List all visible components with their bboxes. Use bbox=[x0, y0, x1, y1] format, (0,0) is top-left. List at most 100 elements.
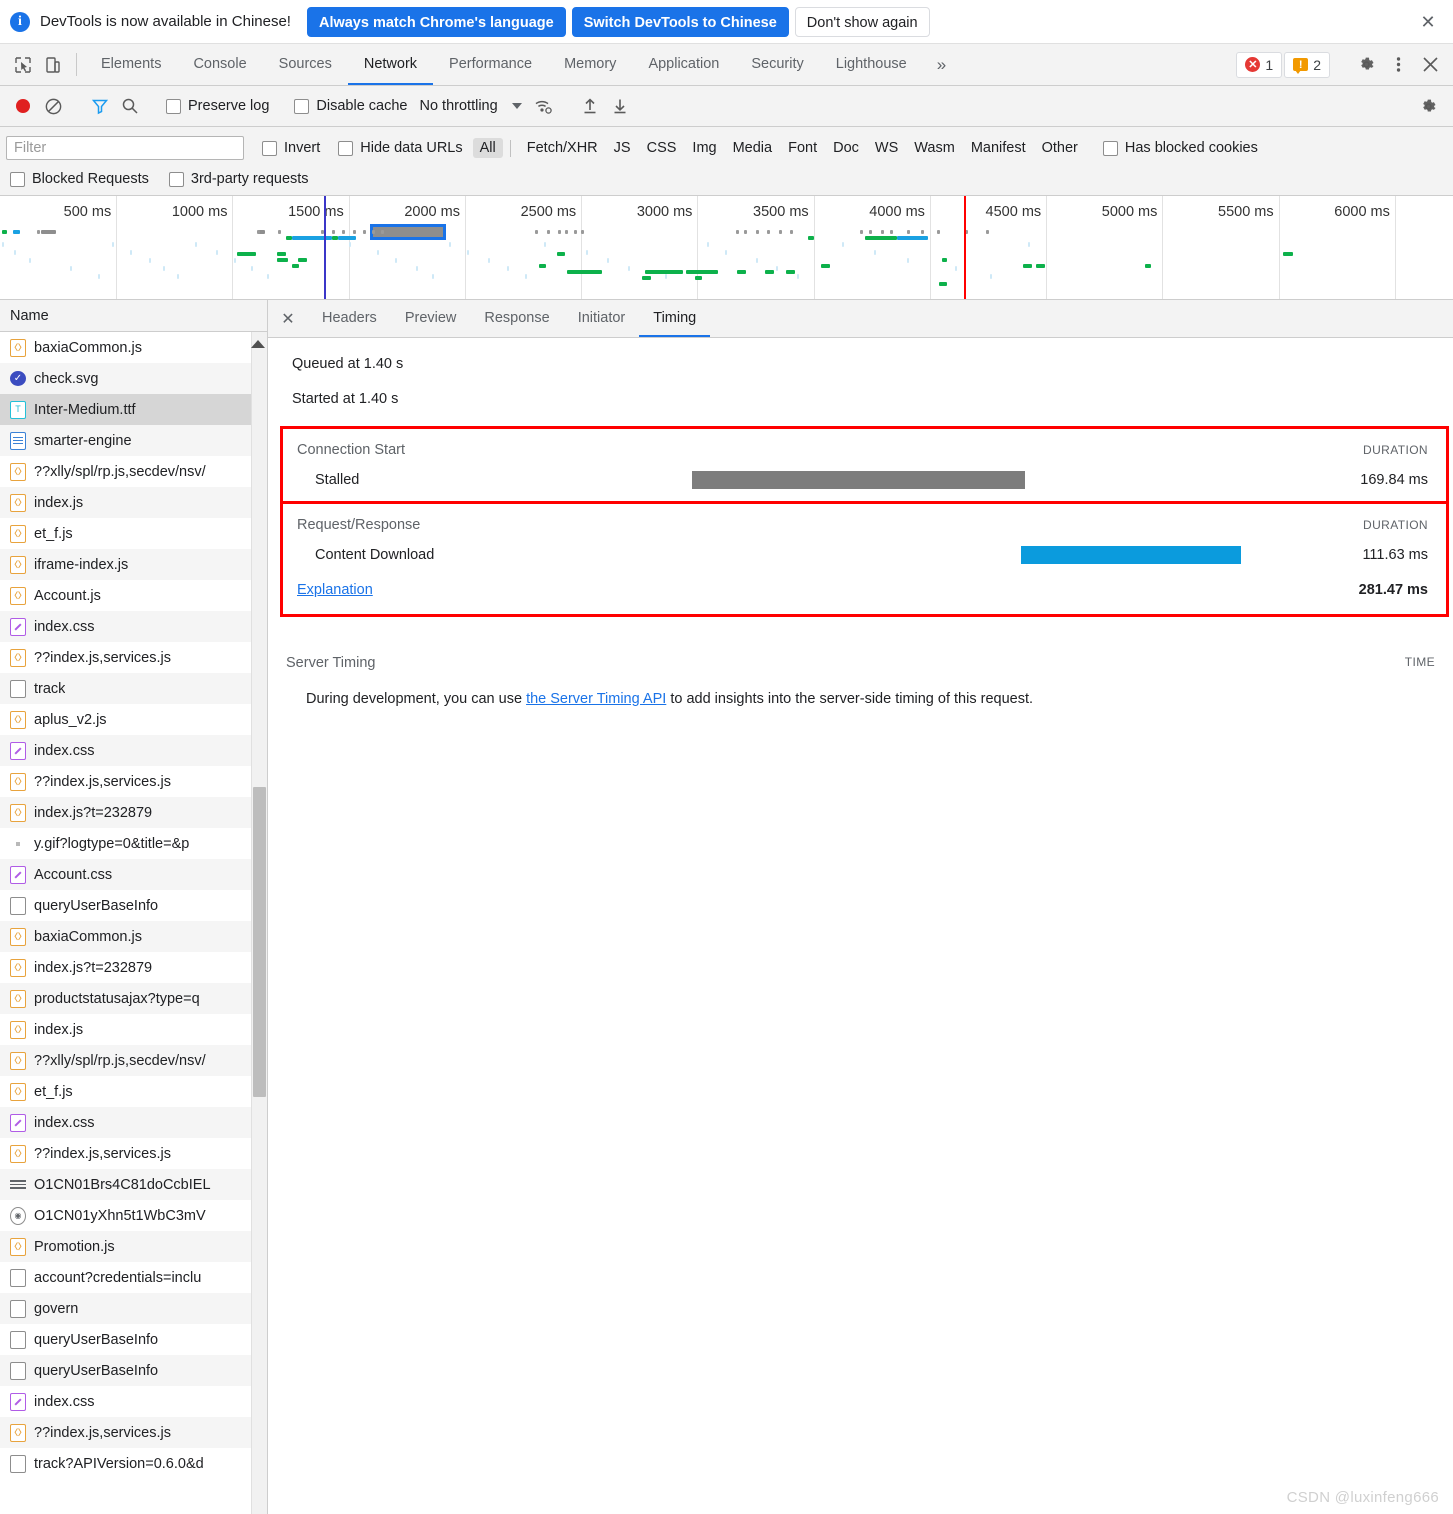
request-row[interactable]: index.css bbox=[0, 1386, 267, 1417]
search-icon[interactable] bbox=[115, 97, 145, 115]
request-row[interactable]: index.css bbox=[0, 735, 267, 766]
request-row[interactable]: 〈〉 ??index.js,services.js bbox=[0, 766, 267, 797]
tab-timing[interactable]: Timing bbox=[639, 300, 711, 337]
tab-sources[interactable]: Sources bbox=[263, 44, 348, 85]
request-row[interactable]: 〈〉 ??index.js,services.js bbox=[0, 642, 267, 673]
request-list-scrollbar[interactable] bbox=[251, 332, 267, 1514]
invert-checkbox[interactable]: Invert bbox=[262, 140, 320, 156]
request-row[interactable]: queryUserBaseInfo bbox=[0, 1324, 267, 1355]
explanation-link[interactable]: Explanation bbox=[297, 582, 373, 598]
filter-type-media[interactable]: Media bbox=[726, 138, 780, 158]
filter-type-all[interactable]: All bbox=[472, 138, 503, 158]
network-settings-gear-icon[interactable] bbox=[1413, 97, 1443, 116]
request-row[interactable]: 〈〉 ??xlly/spl/rp.js,secdev/nsv/ bbox=[0, 1045, 267, 1076]
request-row[interactable]: smarter-engine bbox=[0, 425, 267, 456]
request-row[interactable]: track?APIVersion=0.6.0&d bbox=[0, 1448, 267, 1479]
has-blocked-cookies-checkbox[interactable]: Has blocked cookies bbox=[1102, 140, 1258, 156]
throttling-select[interactable]: No throttling bbox=[419, 98, 522, 114]
request-row[interactable]: 〈〉 index.js bbox=[0, 487, 267, 518]
clear-button[interactable] bbox=[38, 97, 68, 116]
request-row[interactable]: ✓ check.svg bbox=[0, 363, 267, 394]
scroll-up-arrow-icon[interactable] bbox=[251, 340, 265, 348]
close-detail-icon[interactable]: ✕ bbox=[268, 300, 308, 337]
filter-type-fetch-xhr[interactable]: Fetch/XHR bbox=[520, 138, 605, 158]
request-row[interactable]: queryUserBaseInfo bbox=[0, 1355, 267, 1386]
filter-type-css[interactable]: CSS bbox=[640, 138, 684, 158]
tab-elements[interactable]: Elements bbox=[85, 44, 177, 85]
network-overview-timeline[interactable]: 500 ms 1000 ms 1500 ms 2000 ms 2500 ms 3000 m… bbox=[0, 196, 1453, 300]
request-row[interactable]: 〈〉 Account.js bbox=[0, 580, 267, 611]
request-row[interactable]: track bbox=[0, 673, 267, 704]
request-row[interactable]: 〈〉 aplus_v2.js bbox=[0, 704, 267, 735]
request-row[interactable]: 〈〉 index.js?t=232879 bbox=[0, 952, 267, 983]
request-row[interactable]: 〈〉 et_f.js bbox=[0, 1076, 267, 1107]
request-row[interactable]: 〈〉 ??index.js,services.js bbox=[0, 1417, 267, 1448]
request-row[interactable]: govern bbox=[0, 1293, 267, 1324]
more-tabs-icon[interactable]: » bbox=[923, 44, 960, 85]
request-row[interactable]: 〈〉 baxiaCommon.js bbox=[0, 921, 267, 952]
import-har-icon[interactable] bbox=[575, 97, 605, 115]
request-row[interactable]: Account.css bbox=[0, 859, 267, 890]
request-row[interactable]: y.gif?logtype=0&title=&p bbox=[0, 828, 267, 859]
tab-headers[interactable]: Headers bbox=[308, 300, 391, 337]
filter-toggle-button[interactable] bbox=[85, 97, 115, 115]
tab-response[interactable]: Response bbox=[470, 300, 563, 337]
export-har-icon[interactable] bbox=[605, 97, 635, 115]
request-row[interactable]: O1CN01Brs4C81doCcbIEL bbox=[0, 1169, 267, 1200]
request-row[interactable]: 〈〉 ??xlly/spl/rp.js,secdev/nsv/ bbox=[0, 456, 267, 487]
filter-type-font[interactable]: Font bbox=[781, 138, 824, 158]
filter-type-img[interactable]: Img bbox=[685, 138, 723, 158]
dont-show-again-button[interactable]: Don't show again bbox=[794, 6, 930, 37]
filter-type-js[interactable]: JS bbox=[607, 138, 638, 158]
request-row[interactable]: index.css bbox=[0, 1107, 267, 1138]
inspect-element-icon[interactable] bbox=[8, 44, 38, 85]
close-devtools-icon[interactable] bbox=[1415, 56, 1445, 73]
tab-performance[interactable]: Performance bbox=[433, 44, 548, 85]
tab-console[interactable]: Console bbox=[177, 44, 262, 85]
close-icon[interactable]: ✕ bbox=[1415, 9, 1441, 35]
tab-memory[interactable]: Memory bbox=[548, 44, 632, 85]
filter-input[interactable] bbox=[6, 136, 244, 160]
filter-type-doc[interactable]: Doc bbox=[826, 138, 866, 158]
hide-data-urls-checkbox[interactable]: Hide data URLs bbox=[338, 140, 463, 156]
request-row[interactable]: 〈〉 baxiaCommon.js bbox=[0, 332, 267, 363]
blocked-requests-checkbox[interactable]: Blocked Requests bbox=[10, 171, 149, 187]
gear-icon[interactable] bbox=[1351, 55, 1381, 74]
kebab-menu-icon[interactable] bbox=[1383, 55, 1413, 74]
filter-type-manifest[interactable]: Manifest bbox=[964, 138, 1033, 158]
disable-cache-checkbox[interactable]: Disable cache bbox=[290, 98, 411, 114]
request-rows-container[interactable]: 〈〉 baxiaCommon.js ✓ check.svg T Inter-Medium.… bbox=[0, 332, 267, 1514]
scrollbar-thumb[interactable] bbox=[253, 787, 266, 1097]
tab-preview[interactable]: Preview bbox=[391, 300, 471, 337]
request-row[interactable]: 〈〉 productstatusajax?type=q bbox=[0, 983, 267, 1014]
request-row[interactable]: 〈〉 Promotion.js bbox=[0, 1231, 267, 1262]
tab-initiator[interactable]: Initiator bbox=[564, 300, 640, 337]
request-row[interactable]: account?credentials=inclu bbox=[0, 1262, 267, 1293]
request-row[interactable]: index.css bbox=[0, 611, 267, 642]
switch-devtools-to-chinese-button[interactable]: Switch DevTools to Chinese bbox=[571, 6, 789, 37]
request-row[interactable]: T Inter-Medium.ttf bbox=[0, 394, 267, 425]
tab-lighthouse[interactable]: Lighthouse bbox=[820, 44, 923, 85]
request-row[interactable]: 〈〉 index.js bbox=[0, 1014, 267, 1045]
request-row[interactable]: 〈〉 index.js?t=232879 bbox=[0, 797, 267, 828]
always-match-language-button[interactable]: Always match Chrome's language bbox=[306, 6, 566, 37]
third-party-requests-checkbox[interactable]: 3rd-party requests bbox=[168, 171, 309, 187]
server-timing-api-link[interactable]: the Server Timing API bbox=[526, 691, 666, 707]
device-toolbar-icon[interactable] bbox=[38, 44, 68, 85]
request-row[interactable]: ◉ O1CN01yXhn5t1WbC3mV bbox=[0, 1200, 267, 1231]
preserve-log-checkbox[interactable]: Preserve log bbox=[162, 98, 273, 114]
tab-application[interactable]: Application bbox=[632, 44, 735, 85]
record-button[interactable] bbox=[8, 99, 38, 113]
request-row[interactable]: 〈〉 et_f.js bbox=[0, 518, 267, 549]
tab-security[interactable]: Security bbox=[735, 44, 819, 85]
warning-count-badge[interactable]: ! 2 bbox=[1284, 51, 1330, 78]
tab-network[interactable]: Network bbox=[347, 44, 434, 85]
request-row[interactable]: 〈〉 iframe-index.js bbox=[0, 549, 267, 580]
filter-type-ws[interactable]: WS bbox=[868, 138, 905, 158]
request-row[interactable]: queryUserBaseInfo bbox=[0, 890, 267, 921]
request-row[interactable]: 〈〉 ??index.js,services.js bbox=[0, 1138, 267, 1169]
network-conditions-icon[interactable] bbox=[528, 97, 558, 115]
filter-type-wasm[interactable]: Wasm bbox=[907, 138, 962, 158]
error-count-badge[interactable]: ✕ 1 bbox=[1236, 51, 1283, 78]
filter-type-other[interactable]: Other bbox=[1035, 138, 1085, 158]
